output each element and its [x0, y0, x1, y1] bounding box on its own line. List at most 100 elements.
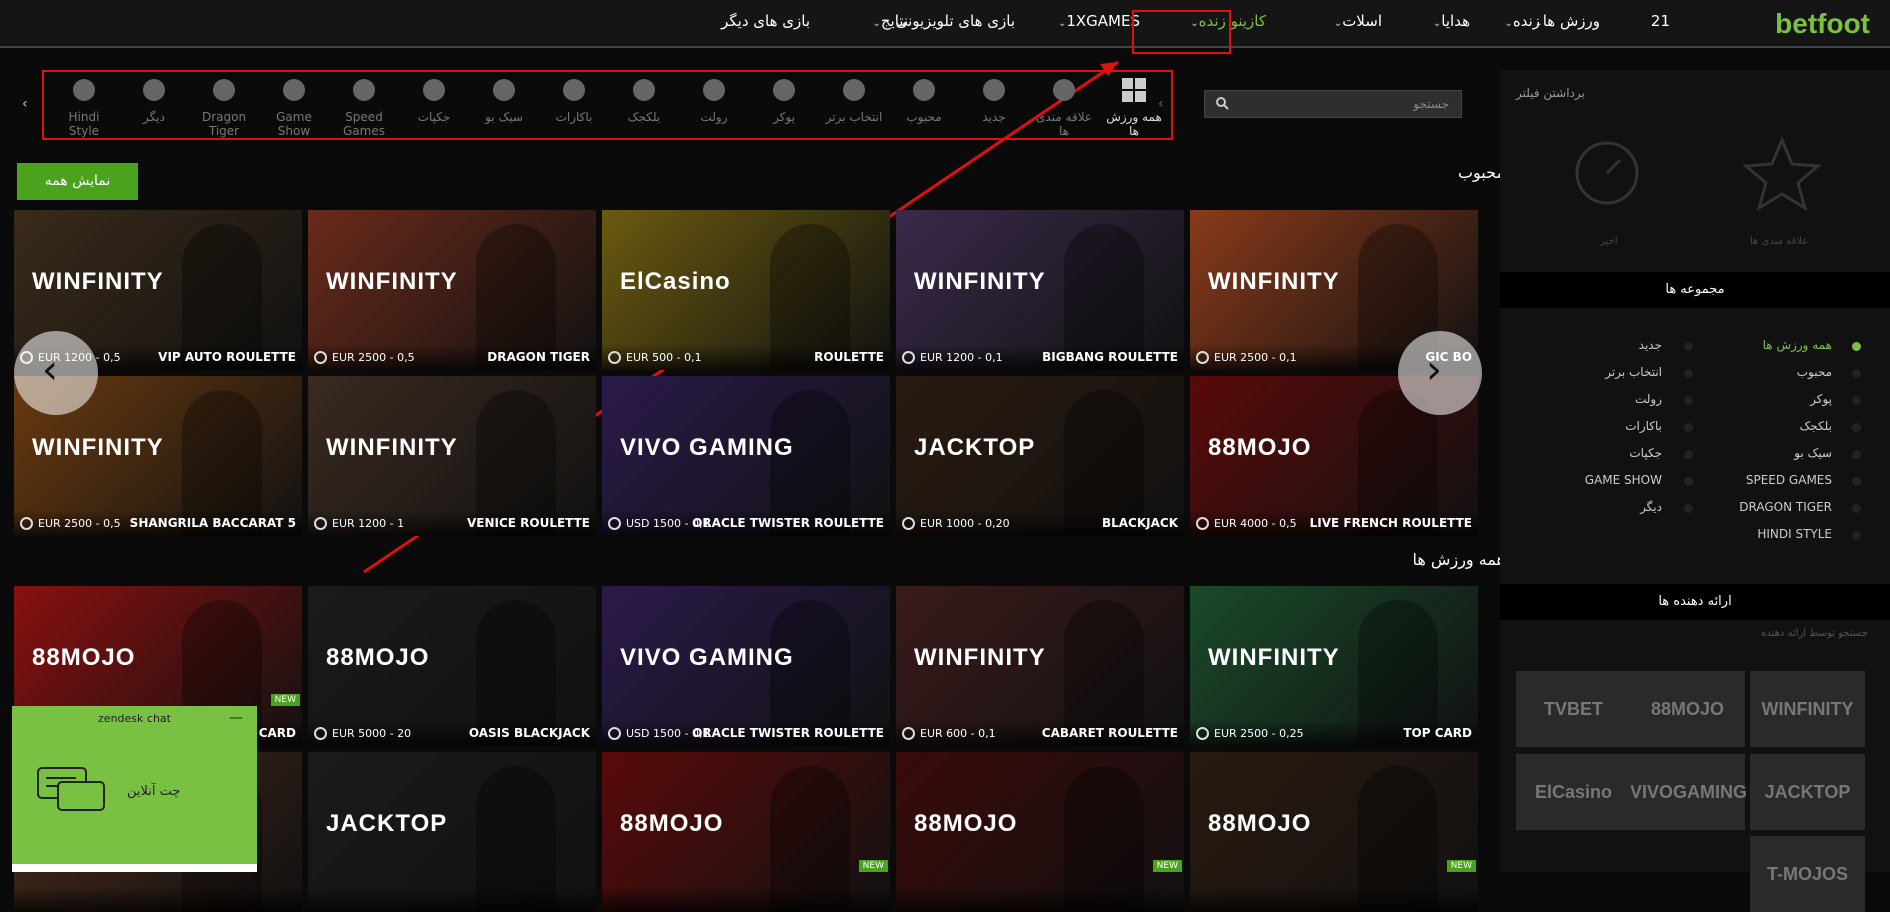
limits-gear-icon[interactable] [608, 517, 621, 530]
limits-gear-icon[interactable] [20, 517, 33, 530]
collection-item[interactable]: دیگر [1640, 500, 1662, 514]
collection-radio[interactable] [1684, 423, 1693, 432]
limits-gear-icon[interactable] [608, 351, 621, 364]
collection-item[interactable]: پوکر [1810, 392, 1832, 406]
game-tile[interactable]: 88MOJO NEW [602, 752, 890, 912]
collection-radio[interactable] [1684, 396, 1693, 405]
category-scroll-right-icon[interactable]: ‹ [1158, 96, 1164, 112]
limits-gear-icon[interactable] [902, 351, 915, 364]
collection-radio[interactable] [1684, 477, 1693, 486]
collection-item[interactable]: انتخاب برتر [1605, 365, 1662, 379]
category-14[interactable]: دیگر [124, 76, 184, 124]
game-tile[interactable]: JACKTOP EUR 1000 - 0,20 BLACKJACK [896, 376, 1184, 536]
limits-gear-icon[interactable] [1196, 727, 1209, 740]
game-tile[interactable]: WINFINITY EUR 600 - 0,1 CABARET ROULETTE [896, 586, 1184, 746]
collection-radio[interactable] [1852, 477, 1861, 486]
category-6[interactable]: رولت [684, 76, 744, 124]
provider-logo-button[interactable]: 88MOJO [1630, 671, 1745, 747]
provider-logo-button[interactable]: T-MOJOS [1750, 836, 1865, 912]
collection-item[interactable]: محبوب [1797, 365, 1832, 379]
game-tile[interactable]: JACKTOP [308, 752, 596, 912]
collection-radio[interactable] [1852, 450, 1861, 459]
category-2[interactable]: جدید [964, 76, 1024, 124]
carousel-prev-button[interactable]: ‹ [14, 331, 98, 415]
game-tile[interactable]: 88MOJO NEW [1190, 752, 1478, 912]
collection-radio[interactable] [1684, 504, 1693, 513]
collection-radio[interactable] [1852, 396, 1861, 405]
collection-item[interactable]: جدید [1639, 338, 1662, 352]
category-5[interactable]: پوکر [754, 76, 814, 124]
lotus-icon [73, 79, 95, 101]
provider-logo-button[interactable]: VIVOGAMING [1630, 754, 1747, 830]
collection-radio[interactable] [1684, 342, 1693, 351]
category-10[interactable]: جکپات [404, 76, 464, 124]
minimize-icon[interactable]: — [229, 710, 243, 726]
game-tile[interactable]: VIVO GAMING USD 1500 - 0,1 ORACLE TWISTER … [602, 586, 890, 746]
category-0[interactable]: همه ورزش ها [1104, 76, 1164, 138]
category-11[interactable]: Speed Games [334, 76, 394, 138]
chat-title: zendesk chat [98, 712, 171, 725]
category-8[interactable]: باکارات [544, 76, 604, 124]
collection-item[interactable]: DRAGON TIGER [1739, 500, 1832, 514]
category-9[interactable]: سیک بو [474, 76, 534, 124]
show-all-button[interactable]: نمایش همه [17, 163, 138, 200]
collection-item[interactable]: HINDI STYLE [1757, 527, 1832, 541]
category-3[interactable]: محبوب [894, 76, 954, 124]
search-input[interactable]: جستجو [1204, 90, 1462, 118]
collection-item[interactable]: بلکجک [1800, 419, 1832, 433]
limits-gear-icon[interactable] [608, 727, 621, 740]
collection-radio[interactable] [1852, 423, 1861, 432]
sidebar: برداشتن فیلتر علاقه مندی ها اخیر مجموعه … [1500, 70, 1890, 912]
collection-item[interactable]: جکپات [1629, 446, 1662, 460]
limits-gear-icon[interactable] [1196, 517, 1209, 530]
game-tile[interactable]: VIVO GAMING USD 1500 - 0,1 ORACLE TWISTER … [602, 376, 890, 536]
game-tile[interactable]: WINFINITY EUR 1200 - 1 VENICE ROULETTE [308, 376, 596, 536]
category-7[interactable]: بلکجک [614, 76, 674, 124]
flame-icon [913, 79, 935, 101]
game-tile[interactable]: ElCasino EUR 500 - 0,1 ROULETTE [602, 210, 890, 370]
limits-gear-icon[interactable] [902, 727, 915, 740]
collection-item[interactable]: رولت [1635, 392, 1662, 406]
limits-gear-icon[interactable] [1196, 351, 1209, 364]
search-icon[interactable] [1215, 96, 1229, 110]
carousel-next-button[interactable]: › [1398, 331, 1482, 415]
game-tile[interactable]: 88MOJO NEW [896, 752, 1184, 912]
collection-radio[interactable] [1852, 369, 1861, 378]
provider-logo-button[interactable]: WINFINITY [1750, 671, 1865, 747]
zendesk-chat-widget[interactable]: zendesk chat — چت آنلاین [12, 706, 257, 872]
category-4[interactable]: انتخاب برتر [824, 76, 884, 124]
providers-search[interactable]: جستجو توسط ارائه دهنده [1761, 628, 1868, 639]
collection-item[interactable]: همه ورزش ها [1763, 338, 1832, 352]
limits-gear-icon[interactable] [314, 351, 327, 364]
limits-gear-icon[interactable] [314, 517, 327, 530]
collection-radio[interactable] [1852, 504, 1861, 513]
game-tile[interactable]: WINFINITY EUR 1200 - 0,1 BIGBANG ROULETTE [896, 210, 1184, 370]
provider-logo-button[interactable]: TVBET [1516, 671, 1631, 747]
provider-logo-button[interactable]: ElCasino [1516, 754, 1631, 830]
game-tile[interactable]: 88MOJO EUR 5000 - 20 OASIS BLACKJACK [308, 586, 596, 746]
bet-limit: EUR 1200 - 1 [332, 517, 405, 530]
game-tile[interactable]: WINFINITY EUR 2500 - 0,25 TOP CARD [1190, 586, 1478, 746]
collection-item[interactable]: باکارات [1625, 419, 1662, 433]
collection-radio[interactable] [1684, 450, 1693, 459]
category-15[interactable]: Hindi Style [54, 76, 114, 138]
category-13[interactable]: Dragon Tiger [194, 76, 254, 138]
collection-item[interactable]: GAME SHOW [1585, 473, 1662, 487]
collection-radio[interactable] [1852, 531, 1861, 540]
game-name: DRAGON TIGER [487, 350, 590, 364]
collection-radio[interactable] [1852, 342, 1861, 351]
game-tile[interactable]: WINFINITY EUR 2500 - 0,5 DRAGON TIGER [308, 210, 596, 370]
provider-logo-button[interactable]: JACKTOP [1750, 754, 1865, 830]
category-scroll-left-icon[interactable]: ‹ [22, 96, 28, 112]
remove-filter-link[interactable]: برداشتن فیلتر [1516, 86, 1585, 100]
limits-gear-icon[interactable] [902, 517, 915, 530]
limits-gear-icon[interactable] [314, 727, 327, 740]
collection-item[interactable]: SPEED GAMES [1746, 473, 1832, 487]
category-12[interactable]: Game Show [264, 76, 324, 138]
collection-item[interactable]: سیک بو [1794, 446, 1832, 460]
game-meta-bar: USD 1500 - 0,1 ORACLE TWISTER ROULETTE [602, 510, 890, 536]
collection-radio[interactable] [1684, 369, 1693, 378]
category-1[interactable]: علاقه مندی ها [1034, 76, 1094, 138]
favorites-star-icon[interactable] [1742, 136, 1822, 212]
recent-timer-icon[interactable] [1572, 138, 1642, 208]
